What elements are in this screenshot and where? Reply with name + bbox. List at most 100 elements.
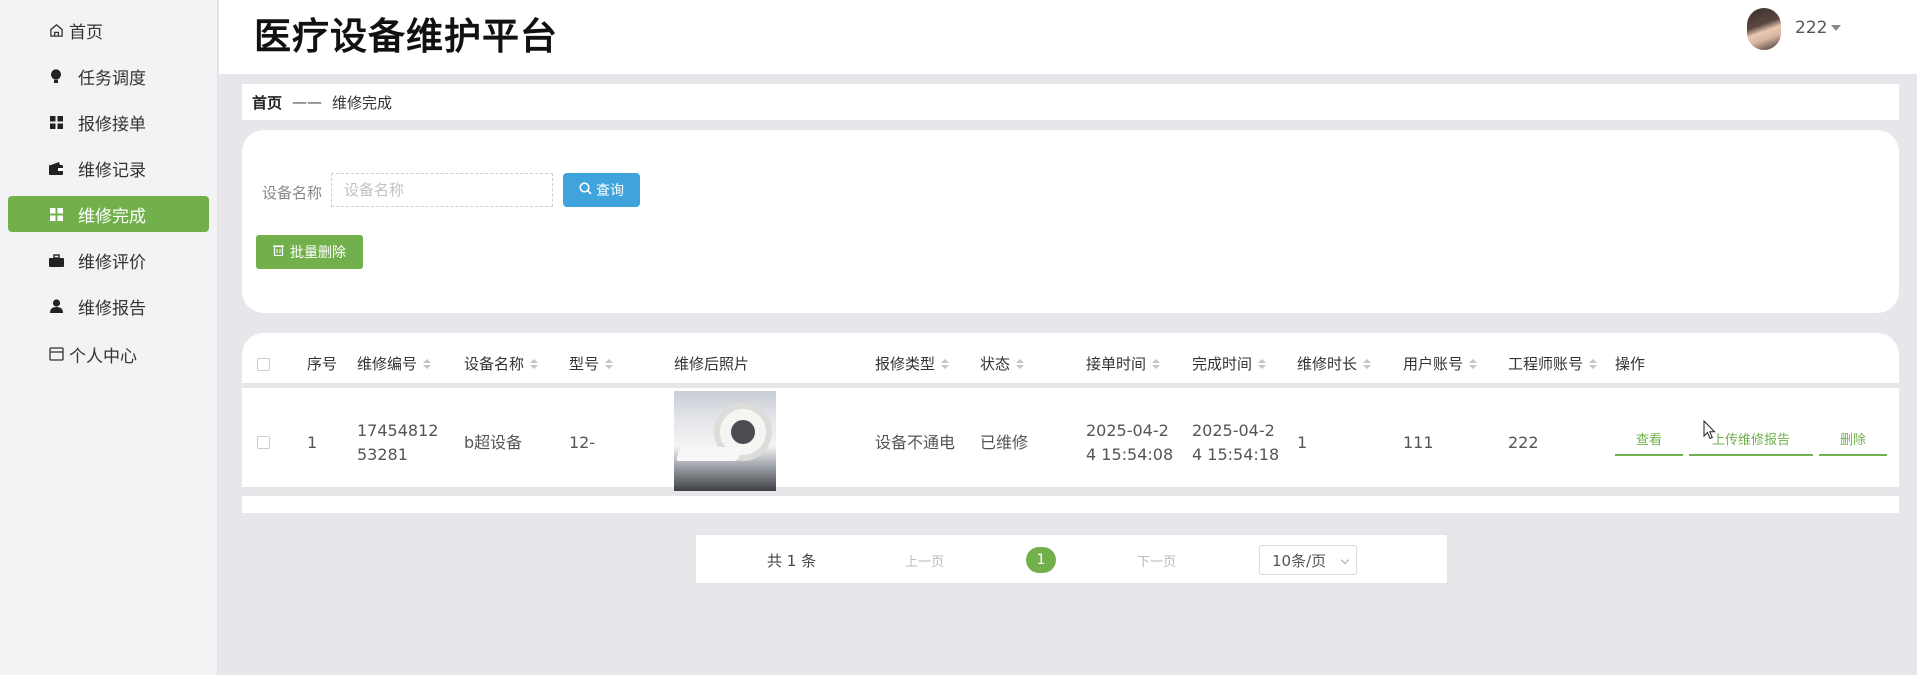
trash-icon — [273, 244, 284, 260]
sidebar-item-label: 维修记录 — [78, 160, 146, 181]
breadcrumb-home[interactable]: 首页 — [252, 92, 282, 113]
column-header-label: 状态 — [980, 355, 1011, 373]
sidebar-item-repair-evaluation[interactable]: 维修评价 — [8, 242, 209, 278]
sort-icon[interactable] — [1016, 358, 1025, 369]
sidebar: 首页 任务调度 报修接单 维修记录 维修完成 维修评价 维修报告 个人中心 — [0, 0, 218, 675]
cell-repair-type: 设备不通电 — [875, 433, 956, 452]
sidebar-item-label: 维修报告 — [78, 298, 146, 319]
user-name[interactable]: 222 — [1795, 18, 1827, 38]
avatar[interactable] — [1747, 8, 1781, 50]
wallet-icon — [48, 160, 64, 176]
row-checkbox[interactable] — [257, 436, 270, 449]
delete-button[interactable]: 删除 — [1819, 429, 1887, 456]
column-header-label: 序号 — [307, 355, 338, 373]
column-header[interactable]: 接单时间 — [1086, 353, 1161, 374]
pagination: 共 1 条 上一页 1 下一页 10条/页 — [695, 534, 1448, 584]
cell-accept-time-line: 4 15:54:08 — [1086, 445, 1174, 464]
column-header-label: 报修类型 — [875, 355, 936, 373]
column-header-label: 维修编号 — [357, 355, 418, 373]
column-header[interactable]: 报修类型 — [875, 353, 950, 374]
sidebar-item-home[interactable]: 首页 — [8, 12, 209, 48]
batch-delete-label: 批量删除 — [290, 245, 346, 261]
prev-page-button[interactable]: 上一页 — [905, 551, 944, 570]
header: 医疗设备维护平台 222 — [219, 0, 1917, 74]
person-icon — [48, 298, 64, 314]
next-page-button[interactable]: 下一页 — [1137, 551, 1176, 570]
sidebar-item-label: 首页 — [69, 22, 103, 43]
cell-engineer-account: 222 — [1508, 433, 1539, 452]
column-header-label: 工程师账号 — [1508, 355, 1584, 373]
sidebar-item-repair-order[interactable]: 报修接单 — [8, 104, 209, 140]
lightbulb-icon — [48, 68, 64, 84]
sort-icon[interactable] — [1469, 358, 1478, 369]
column-header-label: 型号 — [569, 355, 600, 373]
batch-delete-button[interactable]: 批量删除 — [256, 235, 363, 269]
sidebar-item-label: 维修评价 — [78, 252, 146, 273]
column-header[interactable]: 维修编号 — [357, 353, 432, 374]
repair-photo[interactable] — [674, 391, 776, 491]
cell-device-name: b超设备 — [464, 433, 523, 452]
column-header: 维修后照片 — [674, 353, 749, 374]
cell-status: 已维修 — [980, 433, 1029, 452]
column-header[interactable]: 设备名称 — [464, 353, 539, 374]
device-name-input[interactable] — [331, 173, 553, 207]
column-header: 序号 — [307, 353, 337, 374]
cell-repair-no-line: 53281 — [357, 445, 408, 464]
sidebar-item-label: 个人中心 — [69, 346, 137, 367]
cell-index: 1 — [307, 433, 318, 452]
sort-icon[interactable] — [423, 358, 432, 369]
column-header[interactable]: 工程师账号 — [1508, 353, 1598, 374]
search-icon — [579, 181, 592, 199]
sort-icon[interactable] — [1589, 358, 1598, 369]
sort-icon[interactable] — [1258, 358, 1267, 369]
app-title: 医疗设备维护平台 — [254, 15, 558, 58]
column-header[interactable]: 状态 — [980, 353, 1025, 374]
grid-icon — [48, 206, 64, 222]
photo-scanner-bed — [675, 447, 743, 461]
search-panel: 设备名称 查询 批量删除 — [242, 130, 1899, 313]
folder-icon — [48, 346, 64, 362]
select-all-checkbox[interactable] — [257, 358, 270, 371]
column-header-label: 完成时间 — [1192, 355, 1253, 373]
cell-finish-time-line: 2025-04-2 — [1192, 421, 1275, 440]
sort-icon[interactable] — [605, 358, 614, 369]
cell-accept-time: 2025-04-2 4 15:54:08 — [1086, 419, 1173, 467]
sidebar-item-repair-report[interactable]: 维修报告 — [8, 288, 209, 324]
breadcrumb: 首页 —— 维修完成 — [242, 84, 1899, 120]
cell-duration: 1 — [1297, 433, 1308, 452]
query-button[interactable]: 查询 — [563, 173, 640, 207]
cell-finish-time-line: 4 15:54:18 — [1192, 445, 1280, 464]
caret-down-icon[interactable] — [1831, 25, 1841, 31]
sort-icon[interactable] — [1152, 358, 1161, 369]
sort-icon[interactable] — [1363, 358, 1372, 369]
breadcrumb-separator: —— — [292, 93, 323, 111]
sort-icon[interactable] — [530, 358, 539, 369]
sidebar-item-repair-complete[interactable]: 维修完成 — [8, 196, 209, 232]
column-header-label: 维修时长 — [1297, 355, 1358, 373]
page-number-button[interactable]: 1 — [1026, 547, 1056, 573]
sidebar-item-personal-center[interactable]: 个人中心 — [8, 336, 209, 372]
column-header: 操作 — [1615, 353, 1645, 374]
chevron-down-icon — [1340, 555, 1350, 565]
column-header[interactable]: 完成时间 — [1192, 353, 1267, 374]
mouse-cursor-icon — [1703, 419, 1716, 444]
sidebar-item-label: 维修完成 — [78, 206, 146, 227]
table-row: 1 17454812 53281 b超设备 12- 设备不通电 已维修 2025… — [242, 388, 1899, 496]
column-header[interactable]: 型号 — [569, 353, 614, 374]
column-header[interactable]: 用户账号 — [1403, 353, 1478, 374]
view-button[interactable]: 查看 — [1615, 429, 1683, 456]
sort-icon[interactable] — [941, 358, 950, 369]
table-header: 序号 维修编号 设备名称 型号 维修后照片 报修类型 状态 接单时间 完成时间 … — [242, 333, 1899, 388]
briefcase-icon — [48, 252, 64, 268]
sidebar-item-repair-records[interactable]: 维修记录 — [8, 150, 209, 186]
cell-accept-time-line: 2025-04-2 — [1086, 421, 1169, 440]
column-header[interactable]: 维修时长 — [1297, 353, 1372, 374]
cell-model: 12- — [569, 433, 596, 452]
page-size-select[interactable]: 10条/页 — [1259, 545, 1357, 575]
pagination-total: 共 1 条 — [767, 552, 817, 570]
cell-finish-time: 2025-04-2 4 15:54:18 — [1192, 419, 1279, 467]
device-name-label: 设备名称 — [262, 184, 323, 202]
sidebar-item-label: 任务调度 — [78, 68, 146, 89]
query-label: 查询 — [596, 183, 624, 199]
sidebar-item-task-dispatch[interactable]: 任务调度 — [8, 58, 209, 94]
